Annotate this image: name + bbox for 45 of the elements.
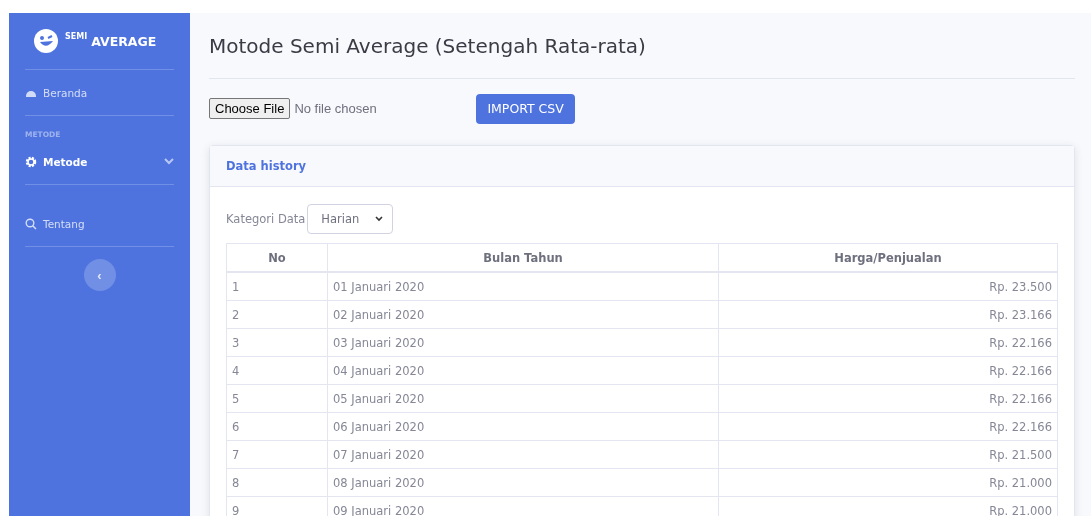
file-status: No file chosen [294, 101, 378, 116]
table-cell: 02 Januari 2020 [327, 300, 719, 329]
category-select[interactable]: Harian [307, 204, 394, 234]
table-cell: 8 [226, 468, 328, 497]
table-cell: Rp. 22.166 [718, 412, 1058, 441]
table-cell: 01 Januari 2020 [327, 272, 719, 301]
table-cell: Rp. 23.500 [718, 272, 1058, 301]
column-header: Bulan Tahun [327, 243, 719, 272]
table-cell: 9 [226, 496, 328, 516]
sidebar-item[interactable]: Metode [25, 139, 174, 184]
table-cell: Rp. 22.166 [718, 356, 1058, 385]
column-header: Harga/Penjualan [718, 243, 1058, 272]
card-title: Data history [226, 159, 307, 173]
table-cell: 04 Januari 2020 [327, 356, 719, 385]
table-cell: 08 Januari 2020 [327, 468, 719, 497]
sidebar-item[interactable]: Beranda [25, 70, 174, 115]
table-cell: 1 [226, 272, 328, 301]
gear-icon [25, 155, 37, 168]
table-cell: Rp. 21.500 [718, 440, 1058, 469]
table-cell: Rp. 21.000 [718, 468, 1058, 497]
table-cell: Rp. 22.166 [718, 328, 1058, 357]
brand-text: SEMI [65, 32, 88, 41]
brand-title: AVERAGE [91, 33, 157, 49]
table-cell: 2 [226, 300, 328, 329]
search-icon [25, 217, 37, 230]
import-button[interactable]: IMPORT CSV [476, 93, 575, 124]
column-header: No [226, 243, 328, 272]
laughing-face-icon [33, 28, 59, 54]
filter-label: Kategori Data [226, 212, 306, 226]
sidebar-toggle-button[interactable]: ‹ [83, 259, 116, 291]
chevron-down-icon [375, 216, 384, 222]
table-cell: 07 Januari 2020 [327, 440, 719, 469]
table-cell: 7 [226, 440, 328, 469]
page-title: Motode Semi Average (Setengah Rata-rata) [209, 13, 1075, 79]
choose-file-button[interactable]: Choose File [209, 98, 291, 119]
sidebar-item[interactable]: Tentang [25, 201, 174, 246]
table-cell: 05 Januari 2020 [327, 384, 719, 413]
table-cell: 06 Januari 2020 [327, 412, 719, 441]
table-cell: 4 [226, 356, 328, 385]
table-cell: Rp. 23.166 [718, 300, 1058, 329]
table-cell: 3 [226, 328, 328, 357]
table-cell: 03 Januari 2020 [327, 328, 719, 357]
table-cell: 5 [226, 384, 328, 413]
table-cell: Rp. 22.166 [718, 384, 1058, 413]
table-cell: 6 [226, 412, 328, 441]
